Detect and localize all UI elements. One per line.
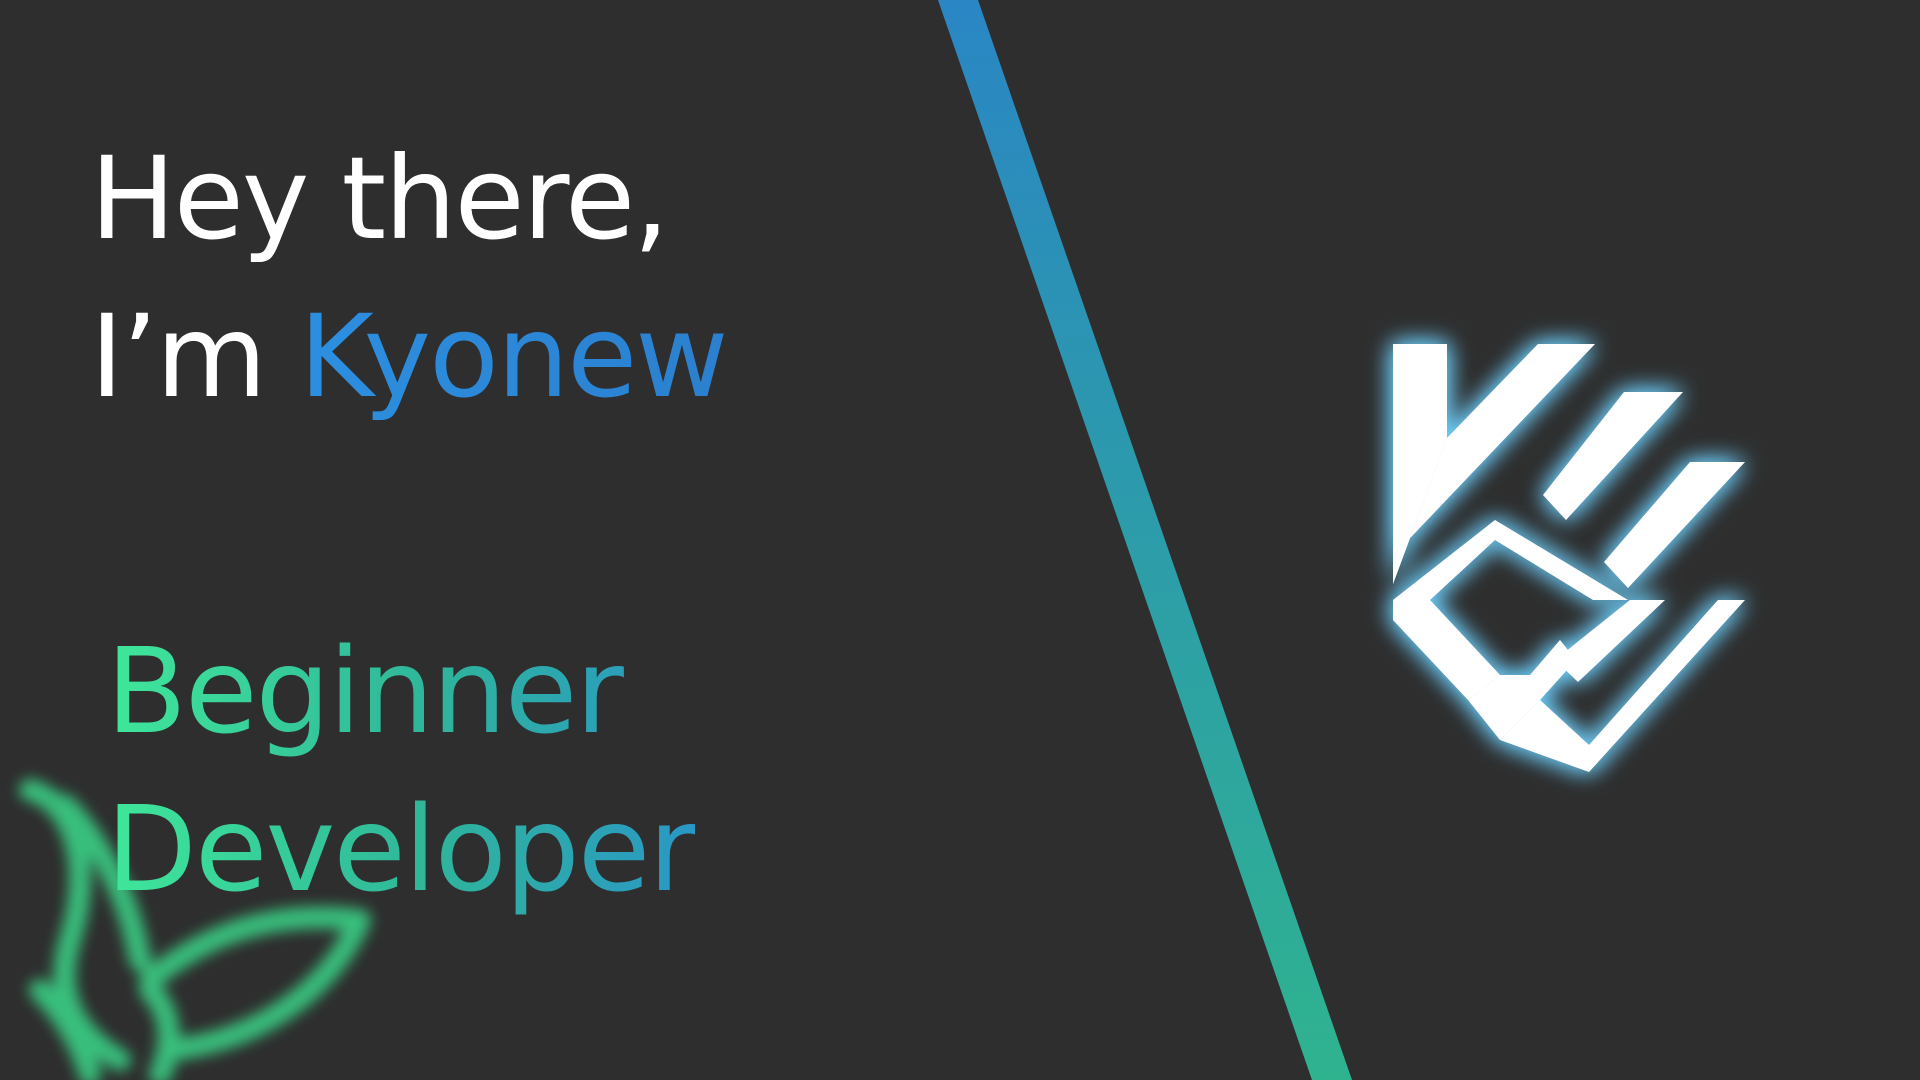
hero-headline: Hey there, I’m Kyonew (90, 120, 728, 436)
role-line-2: Developer (106, 780, 695, 918)
intro-prefix: I’m (90, 290, 300, 423)
role-line-1: Beginner (106, 622, 622, 760)
role-title: Beginner Developer (106, 612, 695, 928)
name-highlight: Kyonew (299, 290, 728, 423)
intro-line: I’m Kyonew (90, 278, 728, 436)
kw-monogram-logo-icon (1393, 344, 1745, 772)
greeting-line: Hey there, (90, 132, 669, 265)
diagonal-divider (938, 0, 1352, 1080)
hero-canvas: Hey there, I’m Kyonew Beginner Developer (0, 0, 1920, 1080)
